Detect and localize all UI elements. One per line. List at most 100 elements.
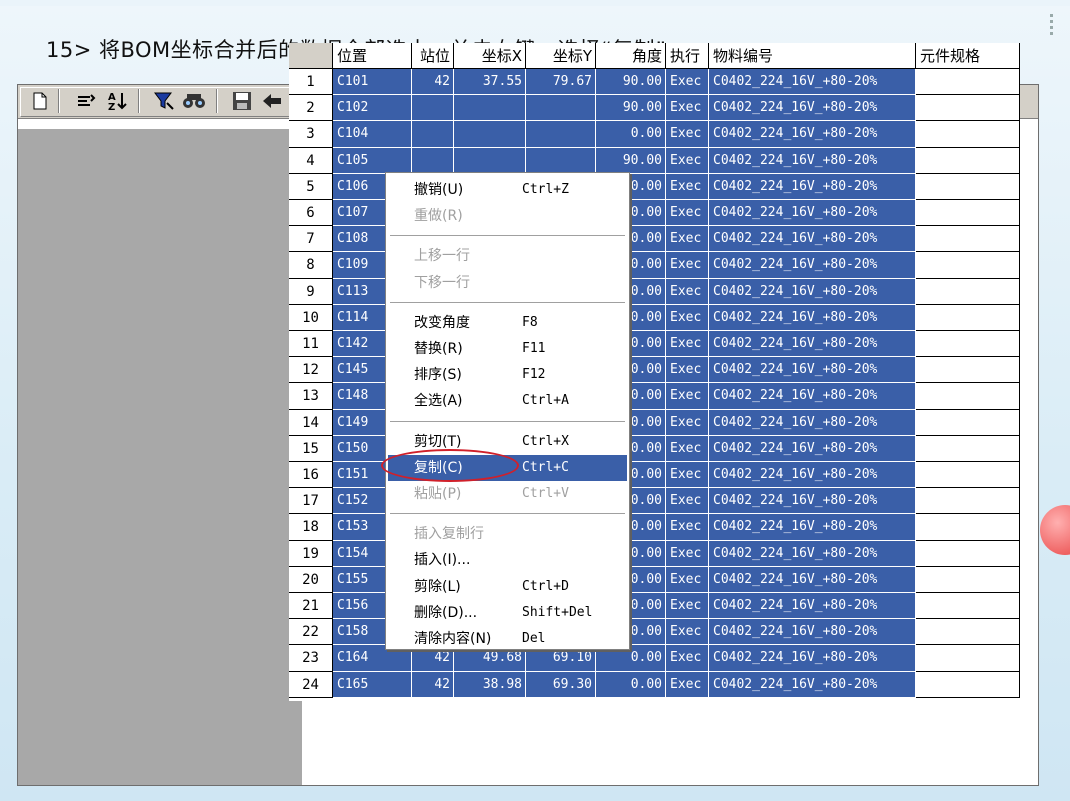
grid-cell-spec[interactable] [916, 566, 1020, 593]
menu-change-angle[interactable]: 改变角度 F8 [388, 310, 627, 336]
grid-cell[interactable]: C101 [333, 69, 412, 96]
grid-cell[interactable]: Exec [666, 121, 709, 148]
import-icon[interactable] [260, 89, 284, 113]
row-number[interactable]: 14 [289, 409, 333, 436]
grid-cell[interactable]: 37.55 [454, 69, 526, 96]
row-number[interactable]: 22 [289, 619, 333, 646]
grid-cell[interactable]: C0402_224_16V_+80-20% [709, 95, 916, 122]
grid-cell[interactable]: Exec [666, 619, 709, 646]
grid-cell[interactable]: C0402_224_16V_+80-20% [709, 593, 916, 620]
row-number[interactable]: 16 [289, 462, 333, 489]
grid-cell[interactable]: Exec [666, 304, 709, 331]
row-number[interactable]: 18 [289, 514, 333, 541]
menu-replace[interactable]: 替换(R) F11 [388, 336, 627, 362]
grid-cell[interactable] [526, 121, 596, 148]
grid-cell[interactable]: Exec [666, 566, 709, 593]
grid-cell-spec[interactable] [916, 645, 1020, 672]
grid-cell-spec[interactable] [916, 331, 1020, 358]
filter-icon[interactable] [152, 89, 176, 113]
grid-corner-cell[interactable] [289, 43, 333, 69]
sort-az-icon[interactable]: AZ [106, 89, 130, 113]
grid-cell-spec[interactable] [916, 304, 1020, 331]
grid-cell-spec[interactable] [916, 252, 1020, 279]
column-header[interactable]: 坐标X [454, 43, 526, 69]
row-number[interactable]: 11 [289, 331, 333, 358]
row-number[interactable]: 7 [289, 226, 333, 253]
grid-cell-spec[interactable] [916, 671, 1020, 698]
grid-cell[interactable]: 38.98 [454, 671, 526, 698]
menu-undo[interactable]: 撤销(U) Ctrl+Z [388, 177, 627, 203]
grid-cell[interactable]: C0402_224_16V_+80-20% [709, 488, 916, 515]
grid-cell[interactable]: C0402_224_16V_+80-20% [709, 566, 916, 593]
grid-cell[interactable]: Exec [666, 645, 709, 672]
row-number[interactable]: 6 [289, 200, 333, 227]
grid-cell[interactable]: C0402_224_16V_+80-20% [709, 462, 916, 489]
grid-cell[interactable]: Exec [666, 593, 709, 620]
column-header[interactable]: 元件规格 [916, 43, 1020, 69]
grid-cell[interactable] [454, 147, 526, 174]
grid-cell[interactable]: C0402_224_16V_+80-20% [709, 252, 916, 279]
grid-cell[interactable] [412, 95, 454, 122]
grid-cell[interactable]: C0402_224_16V_+80-20% [709, 645, 916, 672]
grid-cell[interactable]: C0402_224_16V_+80-20% [709, 671, 916, 698]
grid-cell[interactable]: 90.00 [596, 69, 666, 96]
grid-cell[interactable]: Exec [666, 200, 709, 227]
column-header[interactable]: 站位 [412, 43, 454, 69]
grid-cell[interactable]: C0402_224_16V_+80-20% [709, 304, 916, 331]
table-row[interactable]: 2 C102 90.00 Exec C0402_224_16V_+80-20% [289, 95, 1020, 122]
grid-cell-spec[interactable] [916, 383, 1020, 410]
grid-cell[interactable]: Exec [666, 514, 709, 541]
grid-cell[interactable] [454, 95, 526, 122]
grid-cell-spec[interactable] [916, 409, 1020, 436]
grid-cell[interactable]: Exec [666, 540, 709, 567]
grid-cell[interactable]: C0402_224_16V_+80-20% [709, 409, 916, 436]
menu-delete[interactable]: 删除(D)... Shift+Del [388, 600, 627, 626]
grid-cell[interactable]: C0402_224_16V_+80-20% [709, 619, 916, 646]
grid-cell[interactable]: C0402_224_16V_+80-20% [709, 278, 916, 305]
row-number[interactable]: 9 [289, 278, 333, 305]
row-number[interactable]: 5 [289, 173, 333, 200]
grid-cell[interactable]: C102 [333, 95, 412, 122]
grid-cell-spec[interactable] [916, 593, 1020, 620]
grid-cell[interactable] [526, 147, 596, 174]
column-header[interactable]: 坐标Y [526, 43, 596, 69]
menu-move-up[interactable]: 上移一行 [388, 243, 627, 269]
table-row[interactable]: 24 C165 42 38.98 69.30 0.00 Exec C0402_224_16V_… [289, 671, 1020, 698]
grid-cell[interactable] [412, 147, 454, 174]
row-number[interactable]: 2 [289, 95, 333, 122]
column-header[interactable]: 位置 [333, 43, 412, 69]
menu-paste[interactable]: 粘贴(P) Ctrl+V [388, 481, 627, 507]
grid-cell[interactable]: 79.67 [526, 69, 596, 96]
grid-cell[interactable]: C165 [333, 671, 412, 698]
row-number[interactable]: 15 [289, 435, 333, 462]
menu-select-all[interactable]: 全选(A) Ctrl+A [388, 388, 627, 414]
row-number[interactable]: 12 [289, 357, 333, 384]
grid-cell-spec[interactable] [916, 540, 1020, 567]
grid-cell[interactable]: 0.00 [596, 121, 666, 148]
grid-cell-spec[interactable] [916, 514, 1020, 541]
grid-cell[interactable]: C0402_224_16V_+80-20% [709, 435, 916, 462]
row-number[interactable]: 10 [289, 304, 333, 331]
grid-cell[interactable]: C105 [333, 147, 412, 174]
grid-cell[interactable]: 42 [412, 69, 454, 96]
row-number[interactable]: 17 [289, 488, 333, 515]
grid-cell[interactable]: Exec [666, 409, 709, 436]
grid-cell-spec[interactable] [916, 95, 1020, 122]
sort-icon[interactable] [74, 89, 98, 113]
find-icon[interactable] [182, 89, 206, 113]
row-number[interactable]: 23 [289, 645, 333, 672]
grid-cell[interactable]: Exec [666, 278, 709, 305]
grid-cell[interactable]: C104 [333, 121, 412, 148]
grid-cell[interactable]: Exec [666, 147, 709, 174]
grid-cell[interactable]: C0402_224_16V_+80-20% [709, 200, 916, 227]
grid-cell[interactable]: Exec [666, 252, 709, 279]
menu-move-down[interactable]: 下移一行 [388, 270, 627, 296]
grid-cell[interactable]: C0402_224_16V_+80-20% [709, 383, 916, 410]
grid-cell-spec[interactable] [916, 200, 1020, 227]
grid-cell[interactable]: C0402_224_16V_+80-20% [709, 226, 916, 253]
table-row[interactable]: 1 C101 42 37.55 79.67 90.00 Exec C0402_224_16V_… [289, 69, 1020, 96]
grid-cell-spec[interactable] [916, 357, 1020, 384]
grid-cell[interactable]: 69.30 [526, 671, 596, 698]
menu-redo[interactable]: 重做(R) [388, 203, 627, 229]
column-header[interactable]: 执行 [666, 43, 709, 69]
